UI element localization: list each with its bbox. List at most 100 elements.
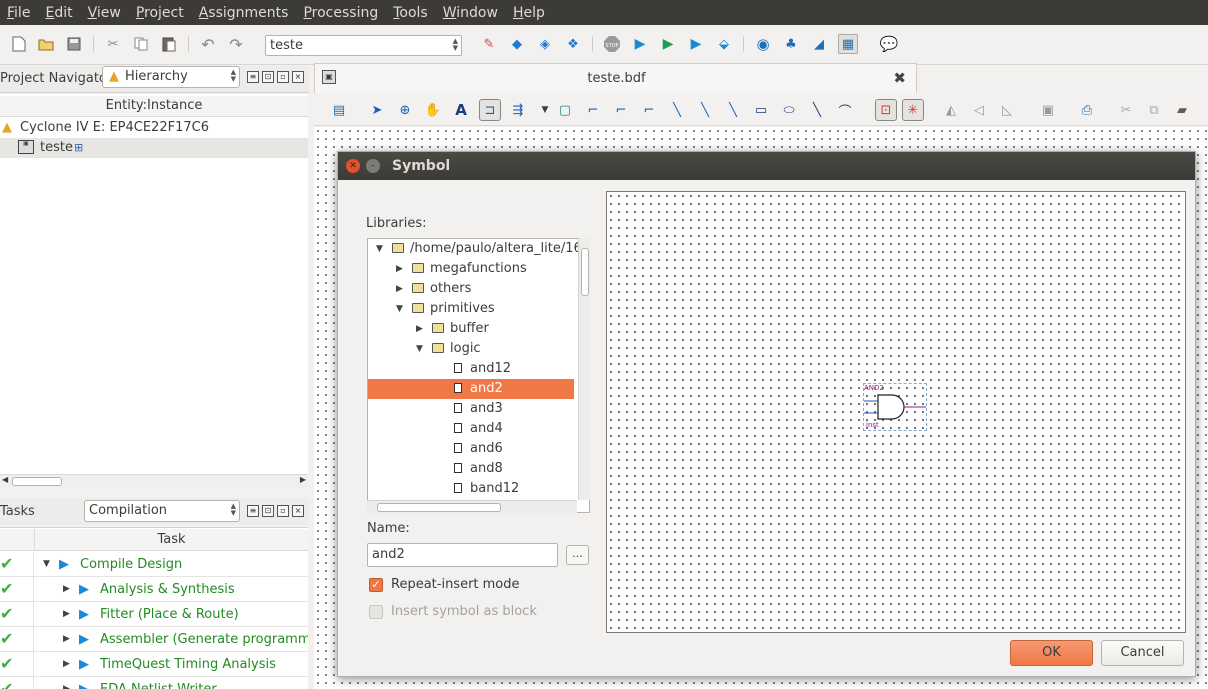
expand-right-icon[interactable]: ▶ (63, 677, 70, 689)
pin-planner-icon[interactable]: ✎ (480, 35, 498, 53)
run-task-icon[interactable]: ▶ (79, 577, 89, 601)
stop-icon[interactable]: STOP (603, 35, 621, 53)
block-tool-icon[interactable]: ▢ (556, 101, 574, 119)
library-vertical-scrollbar[interactable] (578, 238, 590, 500)
open-folder-icon[interactable] (37, 35, 55, 53)
scroll-left-icon[interactable]: ◀ (2, 475, 8, 484)
flip-vertical-icon[interactable]: ◁ (970, 101, 988, 119)
rotate-icon[interactable]: ◺ (998, 101, 1016, 119)
scrollbar-thumb[interactable] (12, 477, 62, 486)
orthogonal-conduit-icon[interactable]: ⌐ (640, 101, 658, 119)
menu-assignments[interactable]: Assignments (192, 5, 297, 21)
hand-tool-icon[interactable]: ✋ (424, 101, 442, 119)
tree-item[interactable]: and6 (368, 439, 574, 459)
float-icon[interactable]: ▫ (277, 505, 289, 517)
tree-item[interactable]: ▶ megafunctions (368, 259, 574, 279)
orthogonal-node-icon[interactable]: ⌐ (584, 101, 602, 119)
pin-icon[interactable]: ⊡ (262, 71, 274, 83)
menu-tools[interactable]: Tools (386, 5, 436, 21)
save-icon[interactable]: ▣ (1039, 101, 1057, 119)
menu-file[interactable]: File (0, 5, 38, 21)
task-row[interactable]: ✔ ▶ ▶ Assembler (Generate programming (0, 627, 308, 652)
paste-icon[interactable]: ▰ (1173, 101, 1191, 119)
arc-tool-icon[interactable]: ⌒ (836, 101, 854, 120)
minimize-dialog-icon[interactable]: – (366, 159, 380, 173)
menu-processing[interactable]: Processing (296, 5, 386, 21)
run-task-icon[interactable]: ▶ (79, 652, 89, 676)
save-icon[interactable] (65, 35, 83, 53)
tree-item[interactable]: ▶ buffer (368, 319, 574, 339)
expanded-arrow-icon[interactable]: ▼ (376, 239, 383, 259)
chip-planner-icon[interactable]: ❖ (564, 35, 582, 53)
collapsed-arrow-icon[interactable]: ▶ (396, 279, 403, 299)
run-task-icon[interactable]: ▶ (79, 602, 89, 626)
scroll-right-icon[interactable]: ▶ (300, 475, 306, 484)
task-row[interactable]: ✔ ▶ ▶ Fitter (Place & Route) (0, 602, 308, 627)
ok-button[interactable]: OK (1010, 640, 1093, 666)
browse-button[interactable]: ... (566, 545, 589, 565)
expand-down-icon[interactable]: ▼ (43, 552, 50, 576)
close-icon[interactable]: × (292, 71, 304, 83)
diagonal-bus-icon[interactable]: ╲ (696, 101, 714, 119)
task-row[interactable]: ✔ ▶ ▶ EDA Netlist Writer (0, 677, 308, 689)
menu-project[interactable]: Project (129, 5, 192, 21)
run-task-icon[interactable]: ▶ (79, 677, 89, 689)
run-task-icon[interactable]: ▶ (59, 552, 69, 576)
task-row[interactable]: ✔ ▶ ▶ Analysis & Synthesis (0, 577, 308, 602)
rubberbanding-icon[interactable]: ⊡ (875, 99, 897, 121)
project-selector[interactable]: teste ▲ ▼ (265, 35, 462, 56)
menu-help[interactable]: Help (506, 5, 553, 21)
menu-edit[interactable]: Edit (38, 5, 80, 21)
netlist-viewer-icon[interactable]: ♣ (782, 35, 800, 53)
task-row[interactable]: ✔ ▼ ▶ Compile Design (0, 552, 308, 577)
collapsed-arrow-icon[interactable]: ▶ (416, 319, 423, 339)
qsys-icon[interactable]: ▦ (838, 34, 858, 54)
close-dialog-icon[interactable]: ✕ (346, 159, 360, 173)
scrollbar-thumb[interactable] (377, 503, 501, 512)
dropdown-icon[interactable]: ▼ (536, 101, 554, 119)
expand-right-icon[interactable]: ▶ (63, 602, 70, 626)
diagonal-conduit-icon[interactable]: ╲ (724, 101, 742, 119)
expanded-arrow-icon[interactable]: ▼ (396, 299, 403, 319)
undo-icon[interactable]: ↶ (199, 35, 217, 54)
partial-line-select-icon[interactable]: ✳ (902, 99, 924, 121)
float-icon[interactable]: ▫ (277, 71, 289, 83)
tree-item[interactable]: and3 (368, 399, 574, 419)
library-horizontal-scrollbar[interactable] (367, 500, 577, 513)
device-row[interactable]: ▲ Cyclone IV E: EP4CE22F17C6 (0, 118, 308, 138)
start-compilation-icon[interactable]: ▶ (631, 35, 649, 53)
timing-analyzer-icon[interactable]: ◉ (754, 35, 772, 53)
list-icon[interactable]: ≡ (247, 505, 259, 517)
repeat-insert-label[interactable]: Repeat-insert mode (391, 577, 520, 592)
insert-block-checkbox[interactable] (369, 605, 383, 619)
selection-tool-icon[interactable]: ➤ (368, 101, 386, 119)
close-tab-icon[interactable]: ✖ (893, 69, 906, 87)
editor-tab[interactable]: ▣ teste.bdf ✖ (314, 63, 917, 93)
start-fitter-icon[interactable]: ▶ (687, 35, 705, 53)
help-chat-icon[interactable]: 💬 (880, 35, 899, 53)
list-icon[interactable]: ≡ (247, 71, 259, 83)
cut-icon[interactable]: ✂ (104, 35, 122, 53)
pin-tool-icon[interactable]: ⇶ (509, 101, 527, 119)
navigator-horizontal-scrollbar[interactable]: ◀ ▶ (0, 474, 308, 488)
tree-item-selected[interactable]: and2 (368, 379, 574, 399)
tree-item[interactable]: ▼ /home/paulo/altera_lite/16.0 (368, 239, 589, 259)
scrollbar-thumb[interactable] (581, 248, 589, 296)
tree-item[interactable]: band12 (368, 479, 574, 499)
line-tool-icon[interactable]: ╲ (808, 101, 826, 119)
pin-icon[interactable]: ⊡ (262, 505, 274, 517)
detach-window-icon[interactable]: ▤ (330, 101, 348, 119)
tree-item[interactable]: ▼ primitives (368, 299, 574, 319)
repeat-insert-checkbox[interactable]: ✓ (369, 578, 383, 592)
text-tool-icon[interactable]: A (452, 101, 470, 119)
cancel-button[interactable]: Cancel (1101, 640, 1184, 666)
tree-item[interactable]: ▶ others (368, 279, 574, 299)
symbol-tool-icon[interactable]: ⊐ (479, 99, 501, 121)
print-icon[interactable]: ⎙ (1078, 101, 1096, 119)
flow-selector[interactable]: Compilation ▲ ▼ (84, 500, 240, 522)
tree-item[interactable]: ▼ logic (368, 339, 574, 359)
task-row[interactable]: ✔ ▶ ▶ TimeQuest Timing Analysis (0, 652, 308, 677)
cut-icon[interactable]: ✂ (1117, 101, 1135, 119)
expanded-arrow-icon[interactable]: ▼ (416, 339, 423, 359)
redo-icon[interactable]: ↷ (227, 35, 245, 54)
